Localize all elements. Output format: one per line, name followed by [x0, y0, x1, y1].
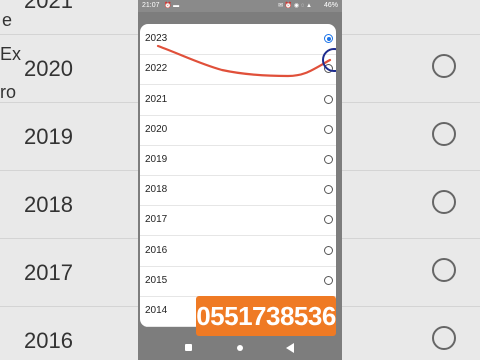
- bg-year: 2019: [24, 124, 73, 149]
- status-bar: 21:07 ⏰ ▬ ✉ ⏰ ◉ ◌ ▲ 46%: [138, 0, 342, 12]
- year-option[interactable]: 2017: [140, 205, 336, 236]
- background-right: [342, 0, 480, 360]
- phone-number-banner: 0551738536: [196, 296, 336, 336]
- year-option-label: 2016: [145, 245, 168, 256]
- bg-row: 2017: [0, 238, 138, 307]
- battery-level: 46%: [323, 2, 338, 9]
- background-left: 2021 2020 2019 2018 2017 2016 e Ex ro: [0, 0, 138, 360]
- bg-fragment: Ex: [0, 44, 22, 64]
- year-option[interactable]: 2021: [140, 85, 336, 116]
- radio-circle-icon: [432, 190, 456, 214]
- bg-year: 2021: [24, 0, 73, 13]
- year-option-label: 2021: [145, 94, 168, 105]
- bg-fragment: ro: [0, 82, 17, 102]
- year-option[interactable]: 2018: [140, 175, 336, 206]
- home-icon[interactable]: [234, 342, 246, 354]
- radio-circle-icon: [432, 54, 456, 78]
- bg-row: 2019: [0, 102, 138, 171]
- back-icon[interactable]: [284, 342, 296, 354]
- annotation-curve: [156, 44, 332, 78]
- bg-fragment: e: [2, 10, 13, 30]
- bg-year: 2017: [24, 260, 73, 285]
- bg-row: [342, 306, 480, 360]
- year-option[interactable]: 2019: [140, 145, 336, 176]
- year-option-label: 2018: [145, 184, 168, 195]
- recents-icon[interactable]: [183, 342, 195, 354]
- radio-icon[interactable]: [324, 155, 333, 164]
- radio-circle-icon: [432, 326, 456, 350]
- navigation-bar: [138, 336, 342, 360]
- bg-row: [342, 170, 480, 239]
- year-option-label: 2019: [145, 154, 168, 165]
- signal-icons: ✉ ⏰ ◉ ◌ ▲: [278, 3, 312, 9]
- year-option[interactable]: 2020: [140, 115, 336, 146]
- bg-row: 2018: [0, 170, 138, 239]
- bg-row: [342, 0, 480, 35]
- year-option-label: 2017: [145, 214, 168, 225]
- year-picker-dialog: 2023 2022 2021 2020 2019 2018 2017 2016: [140, 24, 336, 327]
- radio-circle-icon: [432, 258, 456, 282]
- bg-row: [342, 238, 480, 307]
- bg-row: [342, 34, 480, 103]
- radio-icon[interactable]: [324, 246, 333, 255]
- status-time: 21:07: [142, 2, 160, 9]
- bg-year: 2018: [24, 192, 73, 217]
- year-option-label: 2014: [145, 305, 168, 316]
- radio-icon[interactable]: [324, 276, 333, 285]
- bg-year: 2020: [24, 56, 73, 81]
- radio-icon[interactable]: [324, 95, 333, 104]
- bg-year: 2016: [24, 328, 73, 353]
- radio-circle-icon: [432, 122, 456, 146]
- radio-icon[interactable]: [324, 125, 333, 134]
- year-option-label: 2015: [145, 275, 168, 286]
- radio-icon[interactable]: [324, 215, 333, 224]
- year-option-label: 2020: [145, 124, 168, 135]
- year-option[interactable]: 2015: [140, 266, 336, 297]
- bg-row: 2021: [0, 0, 138, 35]
- bg-row: 2016: [0, 306, 138, 360]
- bg-row: [342, 102, 480, 171]
- notification-icons: ⏰ ▬: [164, 3, 180, 9]
- radio-icon[interactable]: [324, 185, 333, 194]
- year-option[interactable]: 2016: [140, 236, 336, 267]
